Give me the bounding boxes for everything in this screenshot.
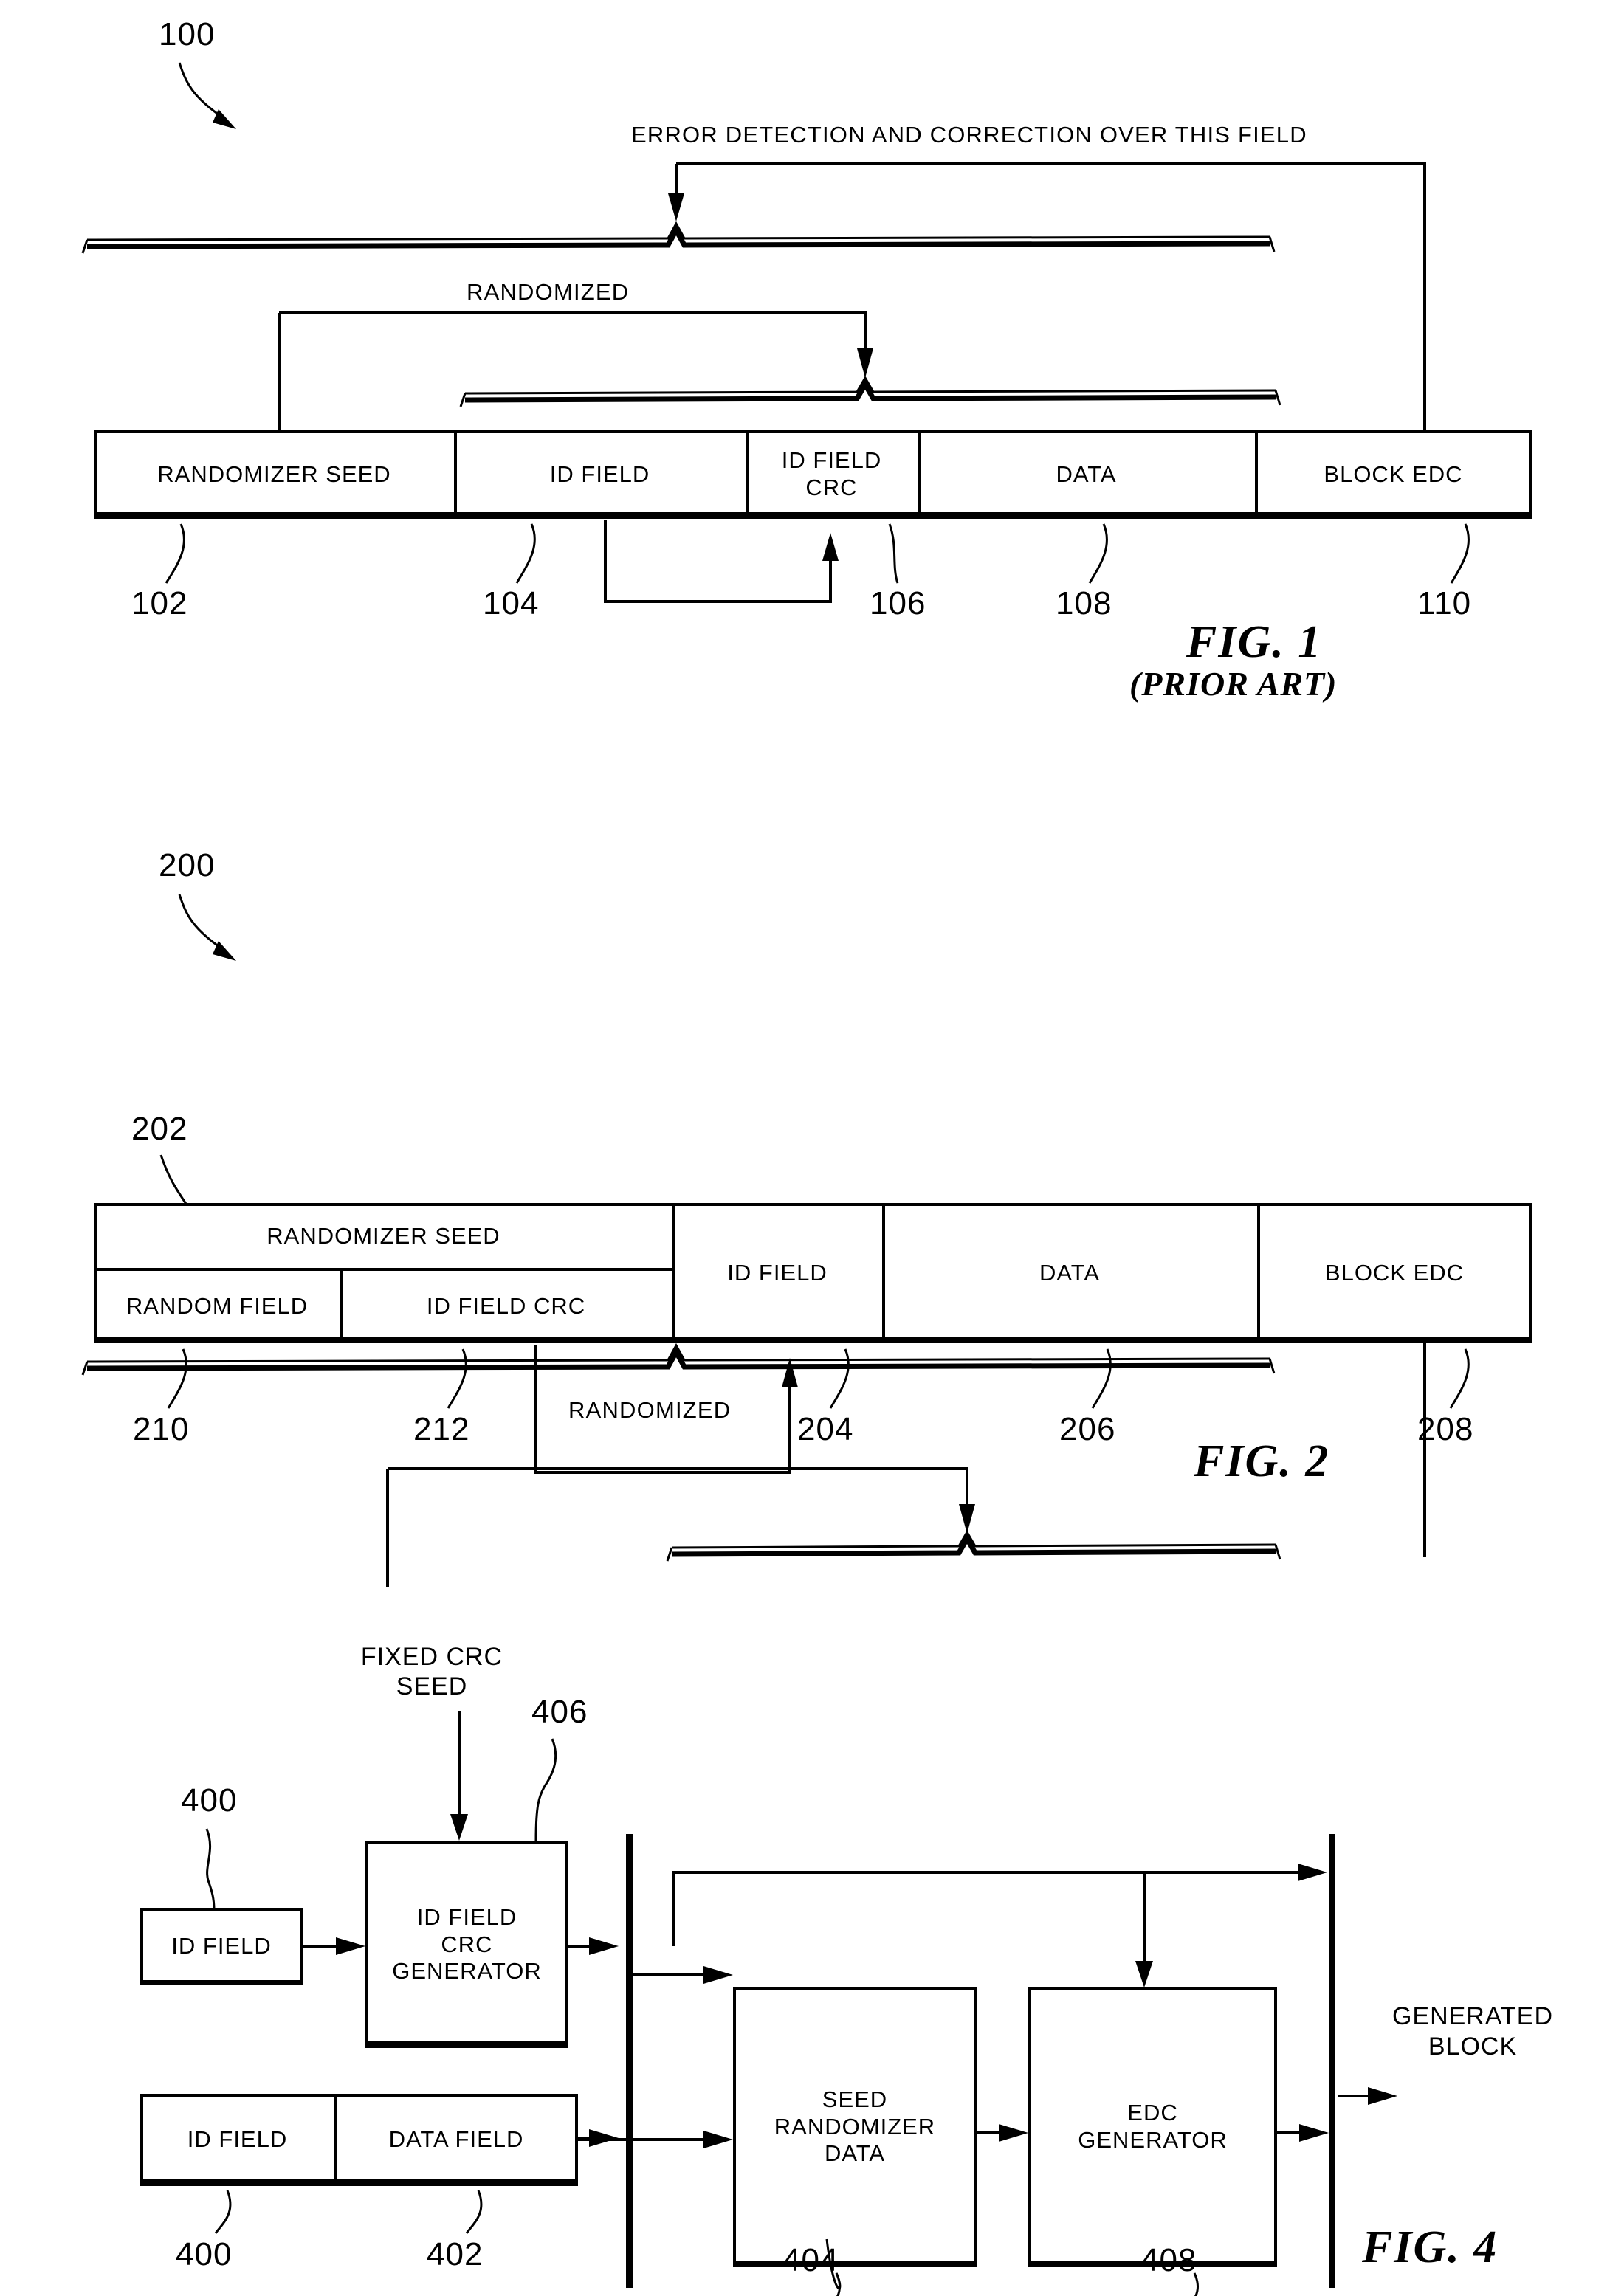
fig4-lower-leaders xyxy=(214,2190,1199,2296)
fig4-num-408: 408 xyxy=(1140,2242,1197,2278)
fig4-num-400-lower: 400 xyxy=(176,2236,233,2272)
fig4-num-402: 402 xyxy=(427,2236,484,2272)
fig4-num-404: 404 xyxy=(782,2242,839,2278)
fig4-title: FIG. 4 xyxy=(1362,2222,1499,2272)
